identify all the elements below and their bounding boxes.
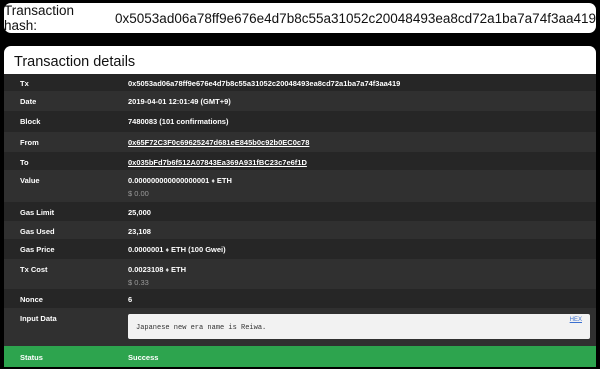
tx-cost-unit: ETH [171,265,187,274]
transaction-hash-bar: Transaction hash: 0x5053ad06a78ff9e676e4… [4,3,596,33]
ethereum-diamond-icon: ♦ [211,178,215,185]
row-nonce: Nonce 6 [4,289,596,308]
row-gas-limit: Gas Limit 25,000 [4,202,596,221]
row-gas-price: Gas Price 0.0000001 ♦ ETH (100 Gwei) [4,239,596,259]
row-from: From 0x65F72C3F0c69625247d681eE845b0c92b… [4,132,596,152]
row-label: Gas Used [20,227,55,236]
row-label: Date [20,97,37,106]
row-block: Block 7480083 (101 confirmations) [4,111,596,132]
input-data-text: Japanese new era name is Reiwa. [136,324,267,332]
transaction-hash-label: Transaction hash: [4,3,75,33]
value-usd: $ 0.00 [128,189,149,198]
tx-cost-amount: 0.0023108 [128,265,164,274]
gas-price-amount: 0.0000001 [128,245,164,254]
row-value: Value 0.000000000000000001 ♦ ETH $ 0.00 [4,170,596,202]
from-address-link[interactable]: 0x65F72C3F0c69625247d681eE845b0c92b0EC0c… [128,138,309,147]
block-value: 7480083 (101 confirmations) [128,117,229,126]
transaction-hash-value: 0x5053ad06a78ff9e676e4d7b8c55a31052c2004… [115,10,596,26]
row-date: Date 2019-04-01 12:01:49 (GMT+9) [4,91,596,111]
panel-title: Transaction details [4,46,596,74]
row-label: Tx Cost [20,265,48,274]
row-label: Input Data [20,314,57,323]
gas-price-unit: ETH (100 Gwei) [171,245,226,254]
nonce-value: 6 [128,295,133,304]
row-input-data: Input Data HEX Japanese new era name is … [4,308,596,346]
value-unit: ETH [216,176,232,185]
row-label: Tx [20,79,29,88]
row-label: Block [20,117,41,126]
gas-used-value: 23,108 [128,227,151,236]
row-tx-cost: Tx Cost 0.0023108 ♦ ETH $ 0.33 [4,259,596,289]
row-tx: Tx 0x5053ad06a78ff9e676e4d7b8c55a31052c2… [4,74,596,91]
row-status: Status Success [4,346,596,367]
value-amount: 0.000000000000000001 [128,176,210,185]
transaction-details-panel: Transaction details Tx 0x5053ad06a78ff9e… [4,46,596,367]
tx-cost-usd: $ 0.33 [128,278,149,287]
status-value: Success [128,353,159,362]
row-label: Value [20,176,40,185]
tx-value: 0x5053ad06a78ff9e676e4d7b8c55a31052c2004… [128,79,401,88]
ethereum-diamond-icon: ♦ [165,267,170,274]
ethereum-diamond-icon: ♦ [165,247,170,254]
row-label: Status [20,353,43,362]
date-value: 2019-04-01 12:01:49 (GMT+9) [128,97,231,106]
row-to: To 0x035bFd7b6f512A07843Ea369A931fBC23c7… [4,152,596,170]
input-data-box: HEX Japanese new era name is Reiwa. [128,314,590,339]
row-label: From [20,138,39,147]
row-label: Gas Limit [20,208,55,217]
row-gas-used: Gas Used 23,108 [4,221,596,239]
gas-limit-value: 25,000 [128,208,151,217]
to-address-link[interactable]: 0x035bFd7b6f512A07843Ea369A931fBC23c7e6f… [128,158,307,167]
row-label: Gas Price [20,245,55,254]
row-label: To [20,158,29,167]
hex-toggle-link[interactable]: HEX [570,317,582,323]
row-label: Nonce [20,295,43,304]
